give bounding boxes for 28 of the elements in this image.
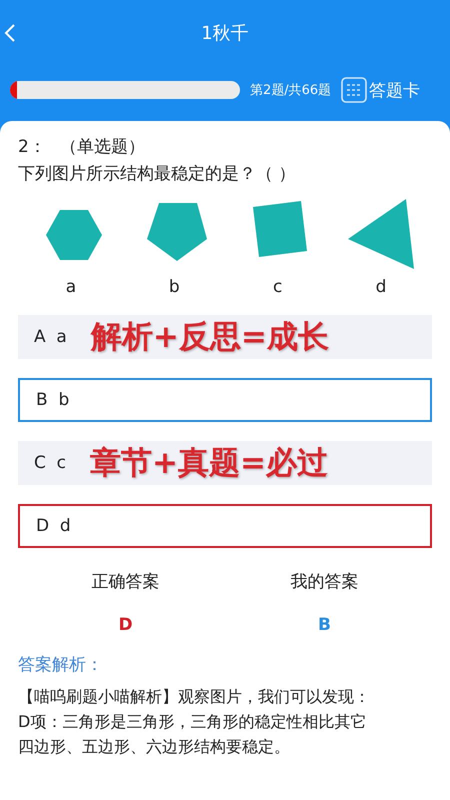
figure-label: a: [66, 277, 76, 297]
answer-option[interactable]: D d: [18, 504, 432, 548]
analysis-text: D项：三角形是三角形，三角形的稳定性相比其它四边形、五边形、六边形结构要稳定。: [18, 711, 368, 758]
figure-label: b: [168, 277, 180, 297]
question-type: （单选题）: [60, 136, 145, 158]
figure-label: d: [376, 277, 386, 297]
correct-answer-label: 正确答案: [92, 571, 160, 593]
option-label: A a: [34, 327, 67, 347]
question-text: 下列图片所示结构最稳定的是？（ ）: [18, 163, 296, 185]
question-counter: 第2题/共66题: [250, 82, 332, 99]
option-label: B b: [36, 390, 70, 410]
page-title: 1秋千: [201, 22, 249, 45]
analysis-intro: 【喵呜刷题小喵解析】观察图片，我们可以发现：: [18, 686, 371, 708]
option-label: D d: [36, 516, 71, 536]
grid-icon: [341, 77, 368, 103]
question-number: 2：: [18, 136, 46, 158]
my-answer-label: 我的答案: [290, 571, 358, 593]
answer-option[interactable]: A a 解析+反思=成长: [18, 315, 432, 359]
figure-label: c: [272, 277, 282, 297]
answer-option[interactable]: B b: [18, 378, 432, 422]
promo-caption: 章节+真题=必过: [90, 444, 328, 483]
back-icon[interactable]: [4, 23, 16, 43]
promo-caption: 解析+反思=成长: [90, 318, 329, 357]
answer-option[interactable]: C c 章节+真题=必过: [18, 441, 432, 485]
correct-answer: D: [118, 615, 133, 635]
my-answer: B: [318, 615, 331, 635]
option-label: C c: [34, 453, 66, 473]
analysis-title: 答案解析：: [18, 654, 104, 676]
